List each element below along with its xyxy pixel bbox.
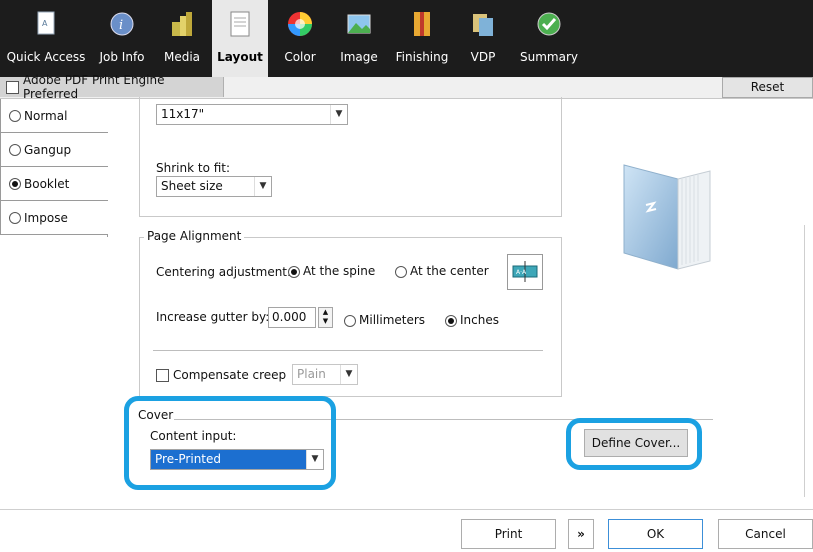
unit-millimeters-label: Millimeters	[359, 313, 426, 327]
creep-mode-value: Plain	[297, 367, 326, 381]
svg-text:i: i	[119, 18, 123, 33]
mode-normal[interactable]: Normal	[0, 99, 108, 133]
image-icon	[347, 14, 371, 34]
chevron-down-icon: ▼	[330, 105, 347, 124]
centering-center-radio[interactable]	[395, 265, 407, 278]
tab-quick-access[interactable]: A Quick Access	[0, 0, 92, 70]
summary-check-icon	[537, 12, 561, 36]
unit-inches-radio[interactable]	[445, 314, 457, 327]
color-wheel-icon	[288, 12, 312, 36]
reset-button[interactable]: Reset	[722, 77, 813, 98]
tab-label: Layout	[217, 50, 263, 64]
tab-label: Color	[284, 50, 316, 64]
options-row: Adobe PDF Print Engine Preferred Reset	[0, 73, 813, 101]
svg-text:A: A	[42, 19, 48, 28]
booklet-settings-panel: 11x17" ▼ Shrink to fit: Sheet size ▼ Pag…	[108, 97, 813, 509]
ok-button[interactable]: OK	[608, 519, 703, 549]
paper-size-value: 11x17"	[161, 107, 205, 121]
tab-label: VDP	[470, 50, 496, 64]
stepper-up-icon[interactable]: ▲	[319, 308, 332, 317]
compensate-creep-option[interactable]: Compensate creep	[156, 368, 286, 382]
mode-booklet-radio[interactable]	[9, 177, 21, 190]
pdf-engine-checkbox-row[interactable]: Adobe PDF Print Engine Preferred	[0, 73, 224, 101]
tab-finishing[interactable]: Finishing	[386, 0, 458, 70]
tab-media[interactable]: Media	[152, 0, 212, 70]
scroll-separator	[804, 225, 805, 497]
centering-spine-label: At the spine	[303, 264, 376, 278]
mode-label: Normal	[24, 108, 68, 123]
tab-label: Summary	[520, 50, 578, 64]
pdf-engine-checkbox[interactable]	[6, 80, 19, 94]
shrink-to-fit-select[interactable]: Sheet size ▼	[156, 176, 272, 197]
layout-mode-list: Normal Gangup Booklet Impose	[0, 99, 108, 237]
tab-label: Image	[340, 50, 378, 64]
more-options-button[interactable]: »	[568, 519, 594, 549]
centering-center-label: At the center	[410, 264, 489, 278]
unit-millimeters-radio[interactable]	[344, 314, 356, 327]
centering-label: Centering adjustment:	[156, 265, 292, 279]
page-alignment-title: Page Alignment	[144, 229, 245, 243]
job-info-icon: i	[110, 12, 134, 36]
unit-millimeters-option[interactable]: Millimeters	[344, 313, 425, 327]
svg-text:A·A: A·A	[516, 269, 527, 276]
mode-impose-radio[interactable]	[9, 211, 21, 224]
paper-size-select[interactable]: 11x17" ▼	[156, 104, 348, 125]
tab-label: Finishing	[395, 50, 449, 64]
stepper-down-icon[interactable]: ▼	[319, 317, 332, 326]
vdp-icon	[473, 14, 493, 36]
centering-spine-radio[interactable]	[288, 265, 300, 278]
tab-color[interactable]: Color	[268, 0, 332, 70]
chevron-down-icon: ▼	[254, 177, 271, 196]
dialog-footer: Print » OK Cancel	[0, 509, 813, 552]
gutter-input[interactable]: 0.000	[268, 307, 316, 328]
gutter-value: 0.000	[272, 310, 307, 324]
gutter-stepper[interactable]: ▲ ▼	[318, 307, 333, 328]
shrink-to-fit-label: Shrink to fit:	[156, 161, 231, 175]
mode-impose[interactable]: Impose	[0, 201, 108, 235]
divider	[153, 350, 543, 351]
media-icon	[172, 12, 192, 36]
mode-normal-radio[interactable]	[9, 109, 21, 122]
tab-bar: A Quick Access i Job Info Media Layout C…	[0, 0, 813, 77]
cancel-button[interactable]: Cancel	[718, 519, 813, 549]
layout-icon	[230, 11, 250, 37]
tab-image[interactable]: Image	[332, 0, 386, 70]
tab-vdp[interactable]: VDP	[458, 0, 508, 70]
finishing-icon	[414, 12, 430, 36]
creep-mode-select[interactable]: Plain ▼	[292, 364, 358, 385]
mode-booklet[interactable]: Booklet	[0, 167, 108, 201]
chevron-down-icon: ▼	[340, 365, 357, 384]
compensate-creep-checkbox[interactable]	[156, 369, 169, 382]
shrink-value: Sheet size	[161, 179, 223, 193]
booklet-preview-image	[623, 164, 711, 270]
tab-label: Media	[163, 50, 201, 64]
mode-gangup-radio[interactable]	[9, 143, 21, 156]
print-button[interactable]: Print	[461, 519, 556, 549]
tab-summary[interactable]: Summary	[508, 0, 590, 70]
unit-inches-option[interactable]: Inches	[445, 313, 499, 327]
compensate-creep-label: Compensate creep	[173, 368, 287, 382]
centering-center-option[interactable]: At the center	[395, 264, 489, 278]
spine-alignment-icon: A·A	[512, 261, 538, 282]
cover-input-highlight	[124, 396, 336, 490]
tab-label: Job Info	[99, 50, 145, 64]
quick-access-icon: A	[37, 11, 55, 35]
mode-label: Gangup	[24, 142, 72, 157]
mode-label: Impose	[24, 210, 68, 225]
gutter-label: Increase gutter by:	[156, 310, 270, 324]
tab-label: Quick Access	[6, 50, 86, 64]
unit-inches-label: Inches	[460, 313, 499, 327]
define-cover-highlight	[566, 418, 702, 470]
tab-layout[interactable]: Layout	[212, 0, 268, 77]
mode-gangup[interactable]: Gangup	[0, 133, 108, 167]
tab-job-info[interactable]: i Job Info	[92, 0, 152, 70]
mode-label: Booklet	[24, 176, 70, 191]
centering-spine-option[interactable]: At the spine	[288, 264, 375, 278]
alignment-preview-button[interactable]: A·A	[507, 254, 543, 290]
